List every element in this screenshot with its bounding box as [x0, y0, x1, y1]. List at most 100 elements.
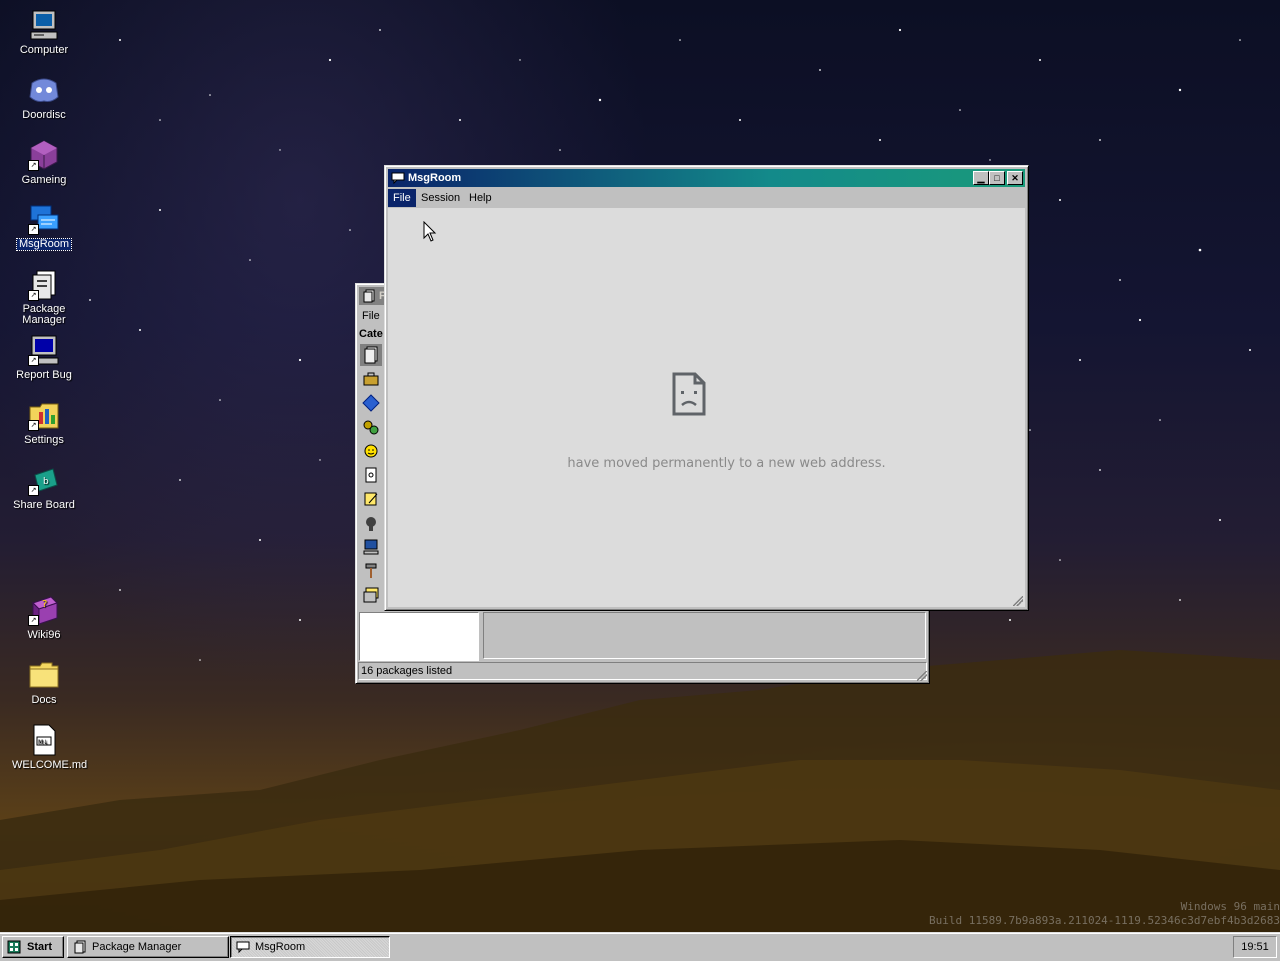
desktop-icon-share-board[interactable]: b ↗ Share Board [4, 463, 84, 511]
report-bug-icon: ↗ [27, 333, 61, 367]
category-list [359, 344, 383, 606]
document-icon [365, 467, 377, 483]
status-text: 16 packages listed [361, 665, 453, 677]
window-title: MsgRoom [408, 172, 462, 184]
package-list-pane[interactable] [359, 612, 479, 661]
category-item-fun[interactable] [360, 440, 382, 462]
desktop-icon-label: Report Bug [16, 369, 72, 381]
category-item-computer[interactable] [360, 536, 382, 558]
category-item-gears[interactable] [360, 416, 382, 438]
taskbar-button-package-manager[interactable]: Package Manager [67, 936, 229, 958]
hammer-icon [365, 563, 377, 578]
desktop-icon-package-manager[interactable]: ↗ Package Manager [4, 268, 84, 326]
category-item-documents[interactable] [360, 464, 382, 486]
desktop[interactable]: Computer Doordisc ↗ Gameing ↗ MsgRoom ↗ … [0, 0, 1280, 932]
desktop-icon-label: Gameing [21, 174, 67, 186]
desktop-icon-welcome-md[interactable]: M↓ WELCOME.md [4, 723, 88, 771]
shortcut-arrow-icon: ↗ [28, 485, 39, 496]
sad-document-icon [671, 372, 707, 416]
desktop-icon-label: Doordisc [22, 109, 66, 121]
notepad-icon [364, 492, 378, 506]
chat-bubble-icon [391, 171, 405, 185]
svg-text:b: b [43, 477, 49, 487]
start-button[interactable]: Start [2, 936, 64, 958]
shortcut-arrow-icon: ↗ [28, 420, 39, 431]
category-item-system[interactable] [360, 512, 382, 534]
package-manager-icon: ↗ [27, 268, 61, 302]
build-watermark: Windows 96 main Build 11589.7b9a893a.211… [929, 900, 1280, 928]
smiley-icon [364, 444, 378, 458]
shortcut-arrow-icon: ↗ [28, 355, 39, 366]
resize-grip[interactable] [1013, 596, 1023, 606]
desktop-icon-settings[interactable]: ↗ Settings [4, 398, 84, 446]
package-detail-pane[interactable] [483, 612, 926, 659]
resize-grip[interactable] [917, 671, 927, 681]
maximize-button[interactable]: □ [989, 171, 1005, 185]
maximize-icon: □ [994, 173, 1000, 183]
computer-icon [363, 539, 379, 555]
desktop-icon-label: Wiki96 [27, 629, 61, 641]
discord-icon [27, 73, 61, 107]
clock-text: 19:51 [1241, 941, 1269, 953]
taskbar-button-label: MsgRoom [255, 941, 306, 953]
desktop-icon-gameing[interactable]: ↗ Gameing [4, 138, 84, 186]
start-label: Start [27, 941, 53, 953]
msgroom-content[interactable]: have moved permanently to a new web addr… [388, 208, 1025, 607]
desktop-icon-msgroom[interactable]: ↗ MsgRoom [4, 202, 84, 251]
category-label: Cate [359, 328, 383, 340]
menu-file[interactable]: File [388, 189, 416, 207]
package-icon [362, 289, 376, 303]
shortcut-arrow-icon: ↗ [28, 615, 39, 626]
markdown-file-icon: M↓ [27, 723, 61, 757]
display-settings-icon [363, 587, 379, 603]
wrench-icon [366, 517, 376, 531]
category-item-display[interactable] [360, 584, 382, 606]
menu-file[interactable]: File [359, 307, 380, 325]
taskbar-button-label: Package Manager [92, 941, 182, 953]
error-message: have moved permanently to a new web addr… [567, 456, 886, 471]
desktop-icon-report-bug[interactable]: ↗ Report Bug [4, 333, 84, 381]
status-bar: 16 packages listed [358, 662, 927, 680]
watermark-line-1: Windows 96 main [1180, 900, 1280, 913]
taskbar-button-msgroom[interactable]: MsgRoom [230, 936, 390, 958]
desktop-icon-label: Package Manager [22, 303, 66, 326]
category-item-tools[interactable] [360, 560, 382, 582]
settings-icon: ↗ [27, 398, 61, 432]
taskbar: Start Package Manager MsgRoom 19:51 [0, 932, 1280, 961]
msgroom-icon: ↗ [27, 202, 61, 236]
category-item-toolbox[interactable] [360, 368, 382, 390]
desktop-icon-label: Share Board [13, 499, 75, 511]
menu-help[interactable]: Help [464, 189, 497, 207]
desktop-icon-wiki96[interactable]: ? ↗ Wiki96 [4, 593, 84, 641]
menu-session[interactable]: Session [416, 189, 465, 207]
folder-icon [27, 658, 61, 692]
start-logo-icon [7, 940, 21, 954]
category-item-all[interactable] [360, 344, 382, 366]
packages-icon [364, 346, 378, 364]
svg-text:M↓: M↓ [38, 739, 48, 746]
toolbox-icon [363, 372, 379, 386]
close-button[interactable]: ✕ [1007, 171, 1023, 185]
minimize-icon: ▁ [977, 173, 985, 183]
desktop-icon-docs[interactable]: Docs [4, 658, 84, 706]
svg-text:?: ? [42, 599, 47, 610]
minimize-button[interactable]: ▁ [973, 171, 989, 185]
system-tray-clock[interactable]: 19:51 [1233, 936, 1277, 958]
category-item-diamond[interactable] [360, 392, 382, 414]
desktop-icon-label: Settings [24, 434, 64, 446]
shortcut-arrow-icon: ↗ [28, 290, 39, 301]
desktop-icon-label: MsgRoom [15, 238, 73, 251]
desktop-icon-label: Docs [31, 694, 57, 706]
msgroom-titlebar[interactable]: MsgRoom ▁ □ ✕ [388, 169, 1025, 187]
desktop-icon-label: WELCOME.md [12, 759, 88, 771]
computer-icon [27, 8, 61, 42]
mouse-cursor-icon [423, 221, 437, 242]
desktop-icon-label: Computer [19, 44, 69, 56]
msgroom-window[interactable]: MsgRoom ▁ □ ✕ File Session Help have mov… [384, 165, 1029, 611]
desktop-icon-computer[interactable]: Computer [4, 8, 84, 56]
desktop-icon-doordisc[interactable]: Doordisc [4, 73, 84, 121]
watermark-line-2: Build 11589.7b9a893a.211024-1119.52346c3… [929, 914, 1280, 927]
category-item-notes[interactable] [360, 488, 382, 510]
gears-icon [363, 420, 379, 435]
menubar: File Session Help [388, 188, 1025, 208]
